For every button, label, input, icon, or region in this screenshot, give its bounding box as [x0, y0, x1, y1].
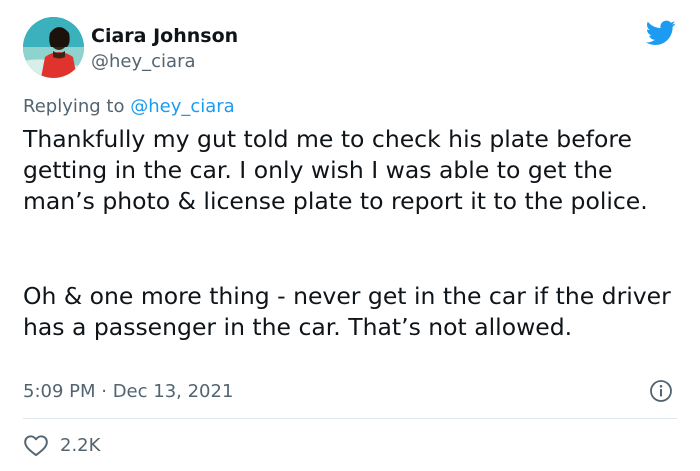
like-button[interactable]: 2.2K [23, 430, 100, 460]
reply-prefix: Replying to [23, 96, 125, 117]
like-count: 2.2K [60, 434, 101, 456]
avatar[interactable] [23, 17, 84, 78]
author-display-name[interactable]: Ciara Johnson [91, 25, 238, 47]
author-handle[interactable]: @hey_ciara [91, 51, 196, 72]
tweet-timestamp[interactable]: 5:09 PM · Dec 13, 2021 [23, 381, 233, 402]
twitter-bird-icon[interactable] [646, 20, 676, 46]
reply-context: Replying to @hey_ciara [23, 96, 235, 117]
reply-mention-link[interactable]: @hey_ciara [130, 96, 235, 117]
tweet-text-paragraph-1: Thankfully my gut told me to check his p… [23, 125, 648, 215]
tweet-card: Ciara Johnson @hey_ciara Replying to @he… [0, 0, 700, 471]
avatar-photo [23, 17, 84, 78]
heart-icon[interactable] [23, 433, 49, 457]
divider [23, 418, 677, 419]
tweet-text-paragraph-2: Oh & one more thing - never get in the c… [23, 282, 671, 341]
info-icon[interactable] [649, 379, 673, 403]
